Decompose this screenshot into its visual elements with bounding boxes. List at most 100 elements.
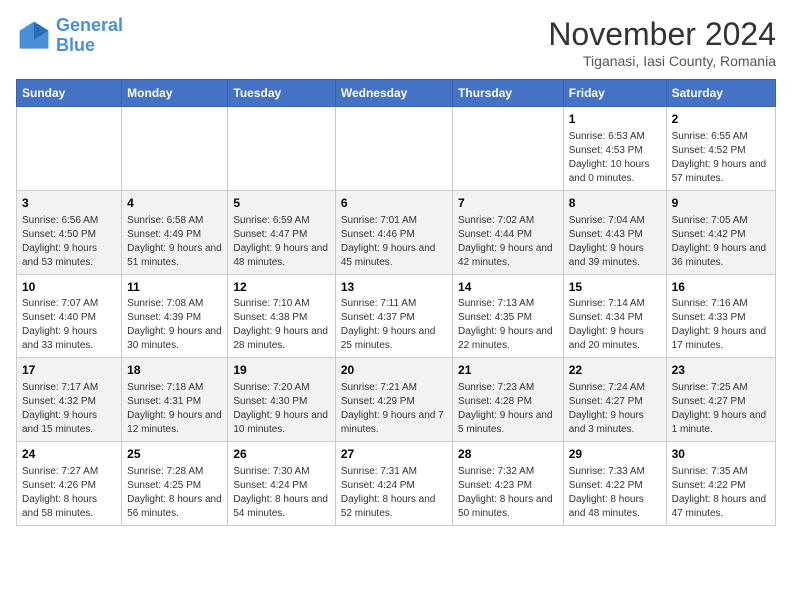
calendar-cell: 15Sunrise: 7:14 AMSunset: 4:34 PMDayligh… <box>563 274 666 358</box>
calendar-cell: 25 Sunrise: 7:28 AMSunset: 4:25 PMDayligh… <box>122 442 228 526</box>
day-info: Sunrise: 7:24 AMSunset: 4:27 PMDaylight:… <box>569 381 661 437</box>
day-info: Sunrise: 6:56 AMSunset: 4:50 PMDaylight:… <box>22 214 116 270</box>
day-header-thursday: Thursday <box>453 80 564 107</box>
logo-icon <box>16 18 52 54</box>
calendar-cell: 26Sunrise: 7:30 AMSunset: 4:24 PMDayligh… <box>228 442 335 526</box>
main-title: November 2024 <box>548 16 776 53</box>
day-number: 1 <box>569 111 661 128</box>
day-info: Sunrise: 7:28 AMSunset: 4:25 PMDaylight:… <box>127 465 222 521</box>
calendar-cell <box>122 107 228 191</box>
calendar-cell: 24 Sunrise: 7:27 AMSunset: 4:26 PMDayligh… <box>17 442 122 526</box>
day-number: 13 <box>341 279 447 296</box>
day-info: Sunrise: 7:04 AMSunset: 4:43 PMDaylight:… <box>569 214 661 270</box>
day-info: Sunrise: 7:02 AMSunset: 4:44 PMDaylight:… <box>458 214 558 270</box>
title-area: November 2024 Tiganasi, Iasi County, Rom… <box>548 16 776 69</box>
calendar-cell: 29 Sunrise: 7:33 AMSunset: 4:22 PMDayligh… <box>563 442 666 526</box>
day-number: 9 <box>672 195 770 212</box>
calendar-cell: 30 Sunrise: 7:35 AMSunset: 4:22 PMDayligh… <box>666 442 775 526</box>
calendar-week-4: 17 Sunrise: 7:17 AMSunset: 4:32 PMDayligh… <box>17 358 776 442</box>
calendar-cell: 4 Sunrise: 6:58 AMSunset: 4:49 PMDaylight… <box>122 190 228 274</box>
day-info: Sunrise: 7:32 AMSunset: 4:23 PMDaylight:… <box>458 465 558 521</box>
calendar-cell: 28 Sunrise: 7:32 AMSunset: 4:23 PMDayligh… <box>453 442 564 526</box>
calendar-cell: 10Sunrise: 7:07 AMSunset: 4:40 PMDayligh… <box>17 274 122 358</box>
day-header-sunday: Sunday <box>17 80 122 107</box>
day-number: 25 <box>127 446 222 463</box>
day-number: 17 <box>22 362 116 379</box>
day-header-tuesday: Tuesday <box>228 80 335 107</box>
calendar-cell: 21 Sunrise: 7:23 AMSunset: 4:28 PMDayligh… <box>453 358 564 442</box>
day-number: 3 <box>22 195 116 212</box>
logo: General Blue <box>16 16 123 56</box>
subtitle: Tiganasi, Iasi County, Romania <box>548 53 776 69</box>
day-header-saturday: Saturday <box>666 80 775 107</box>
day-info: Sunrise: 7:17 AMSunset: 4:32 PMDaylight:… <box>22 381 116 437</box>
day-info: Sunrise: 7:31 AMSunset: 4:24 PMDaylight:… <box>341 465 447 521</box>
calendar-cell: 19 Sunrise: 7:20 AMSunset: 4:30 PMDayligh… <box>228 358 335 442</box>
day-number: 23 <box>672 362 770 379</box>
day-info: Sunrise: 7:11 AMSunset: 4:37 PMDaylight:… <box>341 297 447 353</box>
day-number: 15 <box>569 279 661 296</box>
calendar-cell: 7 Sunrise: 7:02 AMSunset: 4:44 PMDaylight… <box>453 190 564 274</box>
day-info: Sunrise: 6:55 AMSunset: 4:52 PMDaylight:… <box>672 130 770 186</box>
calendar-cell: 22 Sunrise: 7:24 AMSunset: 4:27 PMDayligh… <box>563 358 666 442</box>
day-info: Sunrise: 6:58 AMSunset: 4:49 PMDaylight:… <box>127 214 222 270</box>
day-number: 11 <box>127 279 222 296</box>
calendar-cell: 12Sunrise: 7:10 AMSunset: 4:38 PMDayligh… <box>228 274 335 358</box>
calendar-cell: 5Sunrise: 6:59 AMSunset: 4:47 PMDaylight… <box>228 190 335 274</box>
day-info: Sunrise: 7:18 AMSunset: 4:31 PMDaylight:… <box>127 381 222 437</box>
day-number: 29 <box>569 446 661 463</box>
day-info: Sunrise: 7:07 AMSunset: 4:40 PMDaylight:… <box>22 297 116 353</box>
day-number: 12 <box>233 279 329 296</box>
calendar-table: SundayMondayTuesdayWednesdayThursdayFrid… <box>16 79 776 526</box>
day-number: 19 <box>233 362 329 379</box>
day-number: 26 <box>233 446 329 463</box>
calendar-week-2: 3 Sunrise: 6:56 AMSunset: 4:50 PMDaylight… <box>17 190 776 274</box>
day-header-wednesday: Wednesday <box>335 80 452 107</box>
day-number: 14 <box>458 279 558 296</box>
day-number: 27 <box>341 446 447 463</box>
day-info: Sunrise: 7:08 AMSunset: 4:39 PMDaylight:… <box>127 297 222 353</box>
day-info: Sunrise: 7:33 AMSunset: 4:22 PMDaylight:… <box>569 465 661 521</box>
calendar-week-3: 10Sunrise: 7:07 AMSunset: 4:40 PMDayligh… <box>17 274 776 358</box>
calendar-cell: 11Sunrise: 7:08 AMSunset: 4:39 PMDayligh… <box>122 274 228 358</box>
calendar-cell: 2 Sunrise: 6:55 AMSunset: 4:52 PMDaylight… <box>666 107 775 191</box>
day-info: Sunrise: 7:01 AMSunset: 4:46 PMDaylight:… <box>341 214 447 270</box>
calendar-cell: 27 Sunrise: 7:31 AMSunset: 4:24 PMDayligh… <box>335 442 452 526</box>
calendar-cell: 20 Sunrise: 7:21 AMSunset: 4:29 PMDayligh… <box>335 358 452 442</box>
day-number: 18 <box>127 362 222 379</box>
day-number: 2 <box>672 111 770 128</box>
calendar-cell: 1Sunrise: 6:53 AMSunset: 4:53 PMDaylight… <box>563 107 666 191</box>
calendar-cell: 23Sunrise: 7:25 AMSunset: 4:27 PMDayligh… <box>666 358 775 442</box>
day-info: Sunrise: 6:59 AMSunset: 4:47 PMDaylight:… <box>233 214 329 270</box>
day-info: Sunrise: 7:13 AMSunset: 4:35 PMDaylight:… <box>458 297 558 353</box>
day-number: 28 <box>458 446 558 463</box>
day-header-friday: Friday <box>563 80 666 107</box>
calendar-cell <box>335 107 452 191</box>
calendar-cell: 6Sunrise: 7:01 AMSunset: 4:46 PMDaylight… <box>335 190 452 274</box>
calendar-week-1: 1Sunrise: 6:53 AMSunset: 4:53 PMDaylight… <box>17 107 776 191</box>
day-info: Sunrise: 7:10 AMSunset: 4:38 PMDaylight:… <box>233 297 329 353</box>
day-number: 7 <box>458 195 558 212</box>
day-header-monday: Monday <box>122 80 228 107</box>
calendar-cell: 16Sunrise: 7:16 AMSunset: 4:33 PMDayligh… <box>666 274 775 358</box>
header-row: SundayMondayTuesdayWednesdayThursdayFrid… <box>17 80 776 107</box>
day-number: 20 <box>341 362 447 379</box>
day-number: 30 <box>672 446 770 463</box>
day-info: Sunrise: 7:23 AMSunset: 4:28 PMDaylight:… <box>458 381 558 437</box>
day-number: 24 <box>22 446 116 463</box>
calendar-cell <box>453 107 564 191</box>
day-number: 21 <box>458 362 558 379</box>
day-info: Sunrise: 7:16 AMSunset: 4:33 PMDaylight:… <box>672 297 770 353</box>
day-info: Sunrise: 7:14 AMSunset: 4:34 PMDaylight:… <box>569 297 661 353</box>
calendar-cell: 8Sunrise: 7:04 AMSunset: 4:43 PMDaylight… <box>563 190 666 274</box>
day-number: 22 <box>569 362 661 379</box>
calendar-cell: 17 Sunrise: 7:17 AMSunset: 4:32 PMDayligh… <box>17 358 122 442</box>
day-number: 10 <box>22 279 116 296</box>
day-number: 4 <box>127 195 222 212</box>
day-info: Sunrise: 7:35 AMSunset: 4:22 PMDaylight:… <box>672 465 770 521</box>
calendar-cell: 14Sunrise: 7:13 AMSunset: 4:35 PMDayligh… <box>453 274 564 358</box>
day-info: Sunrise: 7:27 AMSunset: 4:26 PMDaylight:… <box>22 465 116 521</box>
day-info: Sunrise: 7:20 AMSunset: 4:30 PMDaylight:… <box>233 381 329 437</box>
day-info: Sunrise: 7:21 AMSunset: 4:29 PMDaylight:… <box>341 381 447 437</box>
calendar-cell: 18 Sunrise: 7:18 AMSunset: 4:31 PMDayligh… <box>122 358 228 442</box>
